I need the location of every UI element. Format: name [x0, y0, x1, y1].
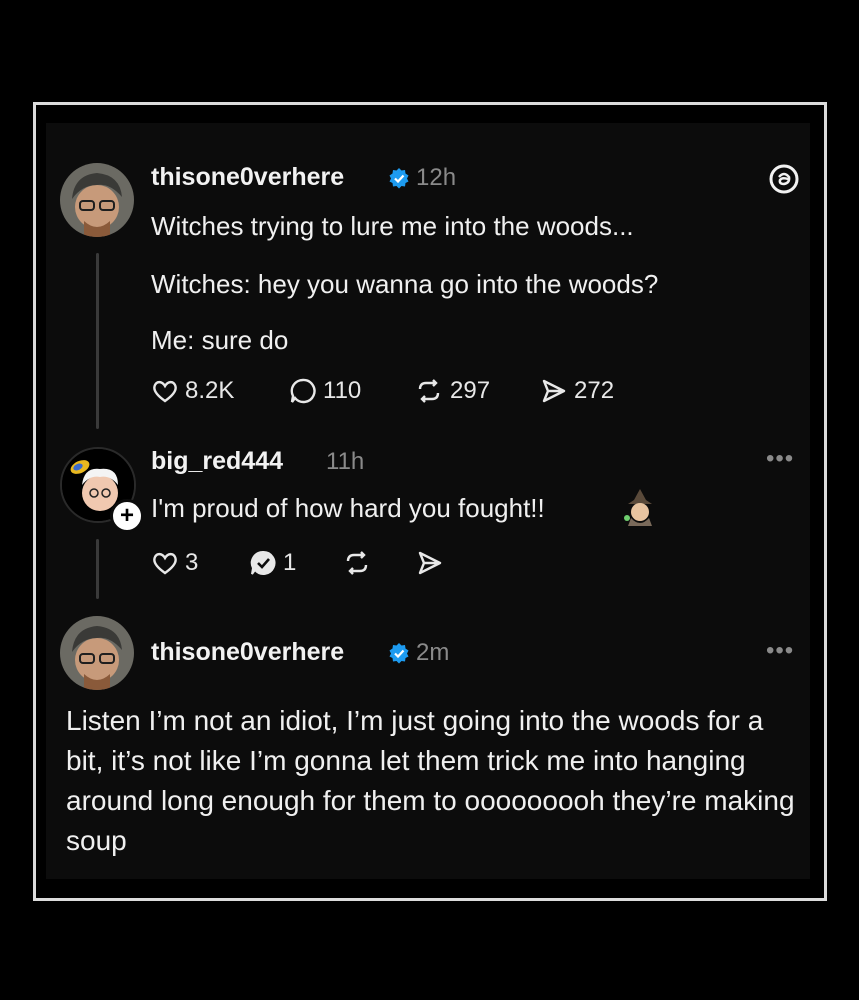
post1-username[interactable]: thisone0verhere	[151, 163, 344, 192]
post3-time: 2m	[416, 639, 450, 666]
verified-icon	[389, 643, 409, 664]
comment-icon	[250, 550, 276, 575]
post1-line1: Witches trying to lure me into the woods…	[151, 211, 634, 241]
share-button[interactable]: 272	[540, 377, 614, 405]
comment-button[interactable]: 110	[289, 377, 361, 405]
thread-card: thisone0verhere 12h Witches trying to lu…	[46, 123, 810, 879]
post1-line3: Me: sure do	[151, 325, 289, 355]
like-count: 8.2K	[185, 377, 235, 404]
repost-icon	[418, 379, 440, 403]
comment-icon	[290, 378, 316, 404]
share-icon	[418, 551, 442, 575]
like-button[interactable]: 3	[151, 549, 198, 577]
repost-button[interactable]	[342, 549, 372, 577]
like-button[interactable]: 8.2K	[151, 377, 234, 405]
threads-logo-icon[interactable]	[768, 163, 800, 195]
share-count: 272	[574, 377, 615, 404]
avatar[interactable]	[60, 616, 134, 690]
thread-line	[96, 539, 99, 599]
follow-plus-button[interactable]: +	[110, 499, 144, 533]
more-options-button[interactable]: •••	[766, 445, 794, 473]
post2-text: I'm proud of how hard you fought!!	[151, 493, 545, 523]
plus-icon: +	[119, 502, 134, 529]
post1-time: 12h	[416, 164, 457, 191]
more-options-button[interactable]: •••	[766, 637, 794, 665]
repost-count: 297	[450, 377, 491, 404]
screenshot-frame: thisone0verhere 12h Witches trying to lu…	[33, 102, 827, 901]
share-icon	[542, 379, 566, 403]
post2-time: 11h	[326, 448, 365, 475]
reply-count: 110	[323, 377, 362, 404]
repost-icon	[346, 551, 368, 575]
share-button[interactable]	[416, 549, 444, 577]
repost-button[interactable]: 297	[414, 377, 490, 405]
verified-icon	[389, 168, 409, 189]
avatar[interactable]	[60, 163, 134, 237]
post3-username[interactable]: thisone0verhere	[151, 638, 344, 667]
heart-icon	[153, 552, 177, 575]
post2-username[interactable]: big_red444	[151, 447, 283, 476]
comment-button[interactable]: 1	[249, 549, 296, 577]
like-count: 3	[185, 549, 199, 576]
reply-count: 1	[283, 549, 297, 576]
post1-line2: Witches: hey you wanna go into the woods…	[151, 269, 659, 299]
witch-emoji-icon	[624, 489, 652, 526]
post3-text: Listen I’m not an idiot, I’m just going …	[66, 705, 795, 856]
heart-icon	[153, 380, 177, 403]
thread-line	[96, 253, 99, 429]
